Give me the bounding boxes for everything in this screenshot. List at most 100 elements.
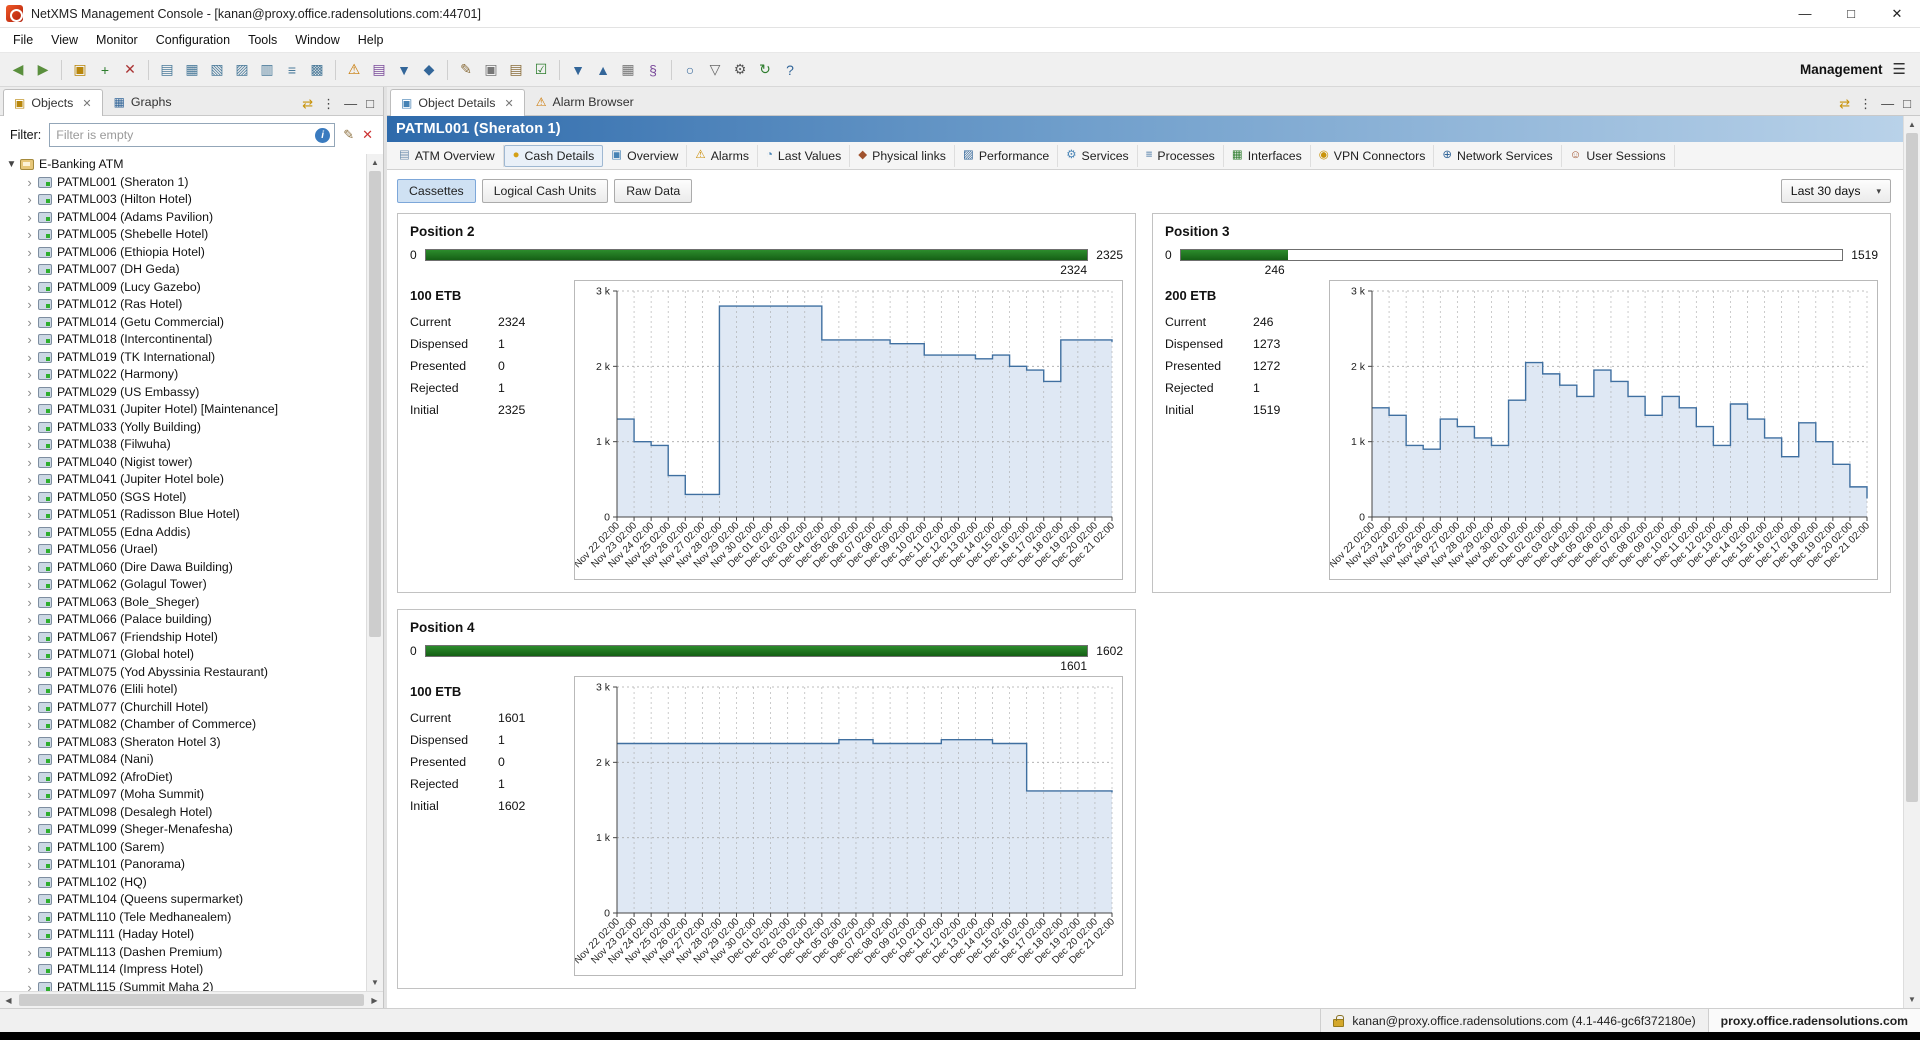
tree-item[interactable]: ›PATML018 (Intercontinental) — [0, 331, 366, 349]
list-view-icon[interactable]: ≡ — [280, 58, 304, 82]
chevron-right-icon[interactable]: › — [22, 279, 37, 297]
tree-item[interactable]: ›PATML082 (Chamber of Commerce) — [0, 716, 366, 734]
tree-horizontal-scrollbar[interactable]: ◀▶ — [0, 991, 383, 1008]
snmp-walk-icon[interactable]: ▼ — [392, 58, 416, 82]
chevron-right-icon[interactable]: › — [22, 926, 37, 944]
tree-item[interactable]: ›PATML019 (TK International) — [0, 349, 366, 367]
tree-item[interactable]: ›PATML071 (Global hotel) — [0, 646, 366, 664]
objects-view-icon[interactable]: ▤ — [155, 58, 179, 82]
detail-tab-alarms[interactable]: ⚠Alarms — [687, 145, 758, 167]
scroll-thumb[interactable] — [1906, 133, 1918, 802]
chevron-right-icon[interactable]: › — [22, 524, 37, 542]
menu-monitor[interactable]: Monitor — [87, 30, 147, 50]
time-range-select[interactable]: Last 30 days ▾ — [1781, 179, 1891, 203]
detail-tab-network-services[interactable]: ⊕Network Services — [1434, 145, 1561, 167]
chevron-right-icon[interactable]: › — [22, 874, 37, 892]
edit-icon[interactable]: ✎ — [454, 58, 478, 82]
detail-tab-overview[interactable]: ▣Overview — [603, 145, 687, 167]
scroll-left-icon[interactable]: ◀ — [0, 996, 17, 1005]
detail-tab-performance[interactable]: ▨Performance — [955, 145, 1058, 167]
chevron-right-icon[interactable]: › — [22, 734, 37, 752]
tree-item[interactable]: ›PATML101 (Panorama) — [0, 856, 366, 874]
close-icon[interactable]: ✕ — [82, 97, 91, 110]
tree-item[interactable]: ›PATML033 (Yolly Building) — [0, 419, 366, 437]
tree-item[interactable]: ›PATML098 (Desalegh Hotel) — [0, 804, 366, 822]
tree-item[interactable]: ›PATML007 (DH Geda) — [0, 261, 366, 279]
tree-item[interactable]: ›PATML029 (US Embassy) — [0, 384, 366, 402]
chevron-right-icon[interactable]: › — [22, 419, 37, 437]
view-menu-icon[interactable]: ⋮ — [322, 97, 335, 110]
chevron-right-icon[interactable]: › — [22, 314, 37, 332]
chevron-right-icon[interactable]: › — [22, 349, 37, 367]
tree-item[interactable]: ›PATML060 (Dire Dawa Building) — [0, 559, 366, 577]
chevron-right-icon[interactable]: › — [22, 856, 37, 874]
view-button-cassettes[interactable]: Cassettes — [397, 179, 476, 203]
tree-item[interactable]: ›PATML110 (Tele Medhanealem) — [0, 909, 366, 927]
chevron-right-icon[interactable]: › — [22, 646, 37, 664]
settings-icon[interactable]: ⚙ — [728, 58, 752, 82]
chevron-right-icon[interactable]: › — [22, 489, 37, 507]
scroll-up-icon[interactable]: ▲ — [367, 154, 383, 171]
chevron-right-icon[interactable]: › — [22, 261, 37, 279]
dashboard-view-icon[interactable]: ▦ — [180, 58, 204, 82]
chevron-right-icon[interactable]: › — [22, 559, 37, 577]
chevron-right-icon[interactable]: › — [22, 611, 37, 629]
tree-item[interactable]: ›PATML050 (SGS Hotel) — [0, 489, 366, 507]
scroll-track[interactable] — [1904, 133, 1920, 991]
scroll-down-icon[interactable]: ▼ — [367, 974, 383, 991]
left-tab-objects[interactable]: ▣Objects✕ — [3, 89, 103, 116]
maximize-view-icon[interactable]: □ — [366, 97, 374, 110]
chevron-right-icon[interactable]: › — [22, 716, 37, 734]
detail-tab-services[interactable]: ⚙Services — [1058, 145, 1137, 167]
alarm-browser-icon[interactable]: ⚠ — [342, 58, 366, 82]
chevron-down-icon[interactable]: ▼ — [4, 156, 19, 174]
detail-tab-interfaces[interactable]: ▦Interfaces — [1224, 145, 1311, 167]
chevron-right-icon[interactable]: › — [22, 594, 37, 612]
detail-tab-physical-links[interactable]: ◆Physical links — [850, 145, 955, 167]
tree-item[interactable]: ›PATML055 (Edna Addis) — [0, 524, 366, 542]
scroll-thumb[interactable] — [369, 171, 381, 637]
tree-item[interactable]: ›PATML004 (Adams Pavilion) — [0, 209, 366, 227]
chevron-right-icon[interactable]: › — [22, 909, 37, 927]
tree-item[interactable]: ›PATML014 (Getu Commercial) — [0, 314, 366, 332]
tree-item[interactable]: ›PATML009 (Lucy Gazebo) — [0, 279, 366, 297]
chevron-right-icon[interactable]: › — [22, 366, 37, 384]
detail-tab-processes[interactable]: ≡Processes — [1138, 145, 1224, 167]
tree-item[interactable]: ›PATML031 (Jupiter Hotel) [Maintenance] — [0, 401, 366, 419]
maximize-view-icon[interactable]: □ — [1903, 97, 1911, 110]
chevron-right-icon[interactable]: › — [22, 384, 37, 402]
chevron-right-icon[interactable]: › — [22, 331, 37, 349]
tree-item[interactable]: ›PATML040 (Nigist tower) — [0, 454, 366, 472]
chevron-right-icon[interactable]: › — [22, 786, 37, 804]
close-icon[interactable]: ✕ — [504, 97, 513, 110]
chevron-right-icon[interactable]: › — [22, 804, 37, 822]
tree-item[interactable]: ›PATML005 (Shebelle Hotel) — [0, 226, 366, 244]
chevron-right-icon[interactable]: › — [22, 839, 37, 857]
close-button[interactable]: ✕ — [1874, 0, 1920, 27]
chevron-right-icon[interactable]: › — [22, 629, 37, 647]
chevron-right-icon[interactable]: › — [22, 944, 37, 962]
refresh-icon[interactable]: ↻ — [753, 58, 777, 82]
tree-item[interactable]: ›PATML092 (AfroDiet) — [0, 769, 366, 787]
scroll-right-icon[interactable]: ▶ — [366, 996, 383, 1005]
view-menu-icon[interactable]: ⋮ — [1859, 97, 1872, 110]
view-button-logical-cash-units[interactable]: Logical Cash Units — [482, 179, 609, 203]
scroll-up-icon[interactable]: ▲ — [1904, 116, 1920, 133]
back-icon[interactable]: ◀ — [6, 58, 30, 82]
scroll-thumb[interactable] — [19, 994, 364, 1006]
menu-tools[interactable]: Tools — [239, 30, 286, 50]
refresh-icon[interactable]: ⇄ — [302, 97, 313, 110]
paste-icon[interactable]: ▤ — [504, 58, 528, 82]
chevron-right-icon[interactable]: › — [22, 401, 37, 419]
tree-item[interactable]: ›PATML113 (Dashen Premium) — [0, 944, 366, 962]
chevron-right-icon[interactable]: › — [22, 821, 37, 839]
filter-icon[interactable]: ▽ — [703, 58, 727, 82]
map-view-icon[interactable]: ▧ — [205, 58, 229, 82]
tree-item[interactable]: ›PATML038 (Filwuha) — [0, 436, 366, 454]
filter-input[interactable] — [56, 128, 315, 142]
tree-item[interactable]: ›PATML051 (Radisson Blue Hotel) — [0, 506, 366, 524]
detail-tab-user-sessions[interactable]: ☺User Sessions — [1562, 145, 1675, 167]
refresh-icon[interactable]: ⇄ — [1839, 97, 1850, 110]
clear-filter-icon[interactable]: ✕ — [362, 127, 373, 143]
graph-view-icon[interactable]: ▨ — [230, 58, 254, 82]
